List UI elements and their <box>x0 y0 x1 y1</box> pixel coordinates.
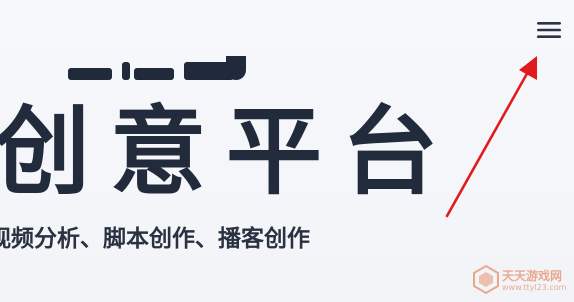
watermark-logo-icon <box>473 264 499 295</box>
site-watermark: 天天游戏网 www.ttyl23.com <box>472 264 572 298</box>
red-annotation-arrow <box>445 56 537 218</box>
watermark-name: 天天游戏网 <box>502 269 563 283</box>
page: 创意平台 视频分析、脚本创作、播客创作 天天游戏网 www.ttyl23.com <box>0 0 574 302</box>
watermark-url: www.ttyl23.com <box>502 283 567 292</box>
